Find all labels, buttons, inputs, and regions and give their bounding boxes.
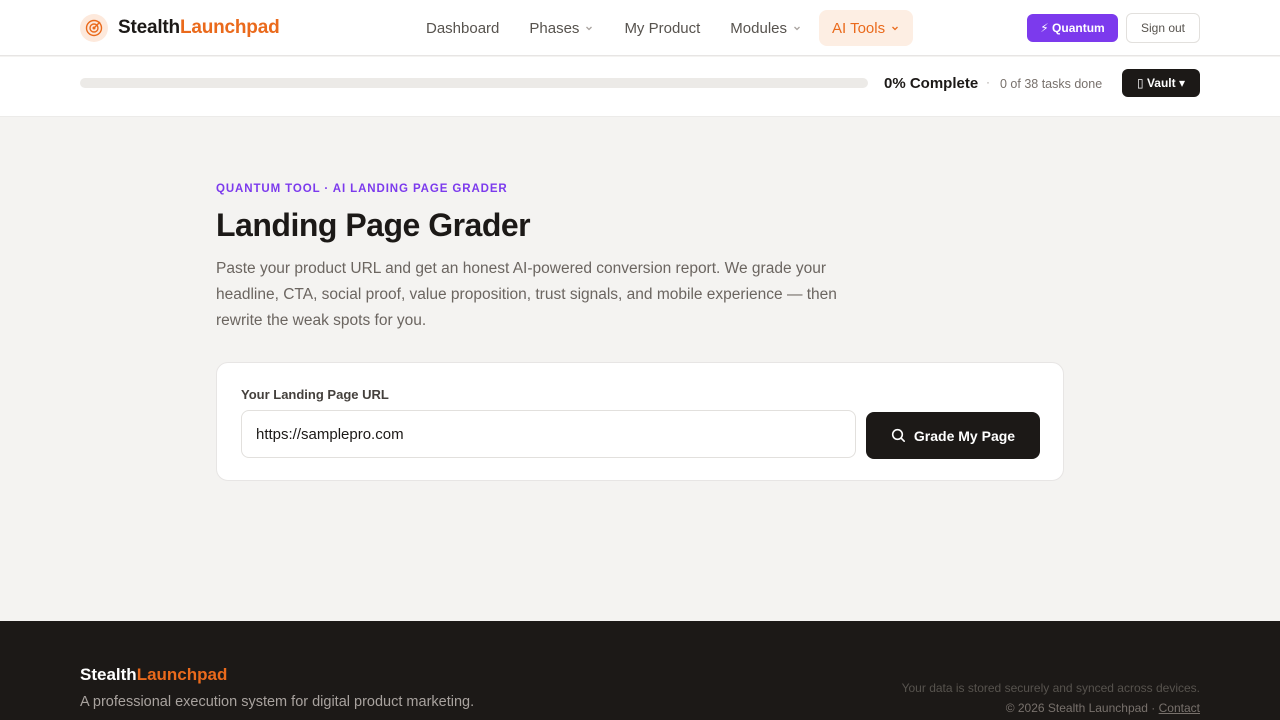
footer-tagline: A professional execution system for digi… bbox=[80, 694, 475, 710]
nav-item-label: Dashboard bbox=[426, 19, 500, 37]
brand-name-part1: Stealth bbox=[118, 17, 180, 38]
url-field-label: Your Landing Page URL bbox=[241, 387, 389, 402]
brand-logo-link[interactable]: StealthLaunchpad bbox=[80, 14, 280, 42]
landing-page-url-input[interactable] bbox=[241, 410, 856, 458]
progress-section: 0% Complete · 0 of 38 tasks done ▯ Vault… bbox=[0, 57, 1280, 117]
brand-name: StealthLaunchpad bbox=[118, 17, 280, 39]
tool-eyebrow: QUANTUM TOOL · AI LANDING PAGE GRADER bbox=[216, 183, 508, 195]
nav-item-dashboard[interactable]: Dashboard bbox=[413, 10, 512, 46]
progress-bar bbox=[80, 78, 868, 88]
contact-link[interactable]: Contact bbox=[1159, 701, 1200, 715]
tasks-count: 0 of 38 tasks done bbox=[1000, 77, 1103, 91]
progress-percent: 0% Complete bbox=[884, 75, 979, 92]
progress-separator: · bbox=[986, 75, 990, 89]
footer-brand-part1: Stealth bbox=[80, 665, 137, 684]
main-nav: Dashboard Phases My Product Modules AI T… bbox=[413, 10, 914, 46]
top-navbar: StealthLaunchpad Dashboard Phases My Pro… bbox=[0, 0, 1280, 56]
eyebrow-text: QUANTUM TOOL · AI LANDING PAGE GRADER bbox=[216, 183, 508, 195]
quantum-button[interactable]: ⚡ Quantum bbox=[1027, 14, 1118, 42]
copyright-text: © 2026 Stealth Launchpad · bbox=[1005, 701, 1159, 715]
page-title: Landing Page Grader bbox=[216, 207, 531, 243]
nav-item-phases[interactable]: Phases bbox=[516, 10, 607, 46]
nav-item-label: Phases bbox=[529, 19, 580, 37]
brand-name-part2: Launchpad bbox=[179, 17, 280, 38]
nav-item-label: AI Tools bbox=[832, 19, 886, 37]
footer-brand-part2: Launchpad bbox=[136, 665, 228, 684]
nav-item-label: My Product bbox=[624, 19, 701, 37]
nav-item-ai-tools[interactable]: AI Tools bbox=[819, 10, 914, 46]
grade-my-page-button[interactable]: Grade My Page bbox=[866, 412, 1040, 459]
chevron-down-icon bbox=[586, 26, 593, 31]
footer-brand: StealthLaunchpad bbox=[80, 665, 227, 685]
nav-item-my-product[interactable]: My Product bbox=[611, 10, 713, 46]
site-footer: StealthLaunchpad A professional executio… bbox=[0, 621, 1280, 720]
vault-button-label: ▯ Vault ▾ bbox=[1137, 76, 1185, 90]
nav-item-modules[interactable]: Modules bbox=[717, 10, 815, 46]
vault-dropdown-button[interactable]: ▯ Vault ▾ bbox=[1122, 69, 1200, 97]
footer-copyright: © 2026 Stealth Launchpad · Contact bbox=[1006, 701, 1200, 715]
chevron-down-icon bbox=[892, 26, 899, 31]
nav-item-label: Modules bbox=[730, 19, 787, 37]
target-icon bbox=[80, 14, 108, 42]
url-form-card: Your Landing Page URL Grade My Page bbox=[216, 362, 1064, 481]
sign-out-button[interactable]: Sign out bbox=[1126, 13, 1200, 43]
quantum-button-label: ⚡ Quantum bbox=[1040, 21, 1105, 35]
footer-secure-note: Your data is stored securely and synced … bbox=[901, 681, 1200, 695]
sign-out-label: Sign out bbox=[1140, 21, 1186, 35]
page-description: Paste your product URL and get an honest… bbox=[216, 260, 837, 329]
grade-button-label: Grade My Page bbox=[913, 427, 1016, 444]
search-icon bbox=[891, 428, 905, 442]
chevron-down-icon bbox=[794, 26, 800, 31]
